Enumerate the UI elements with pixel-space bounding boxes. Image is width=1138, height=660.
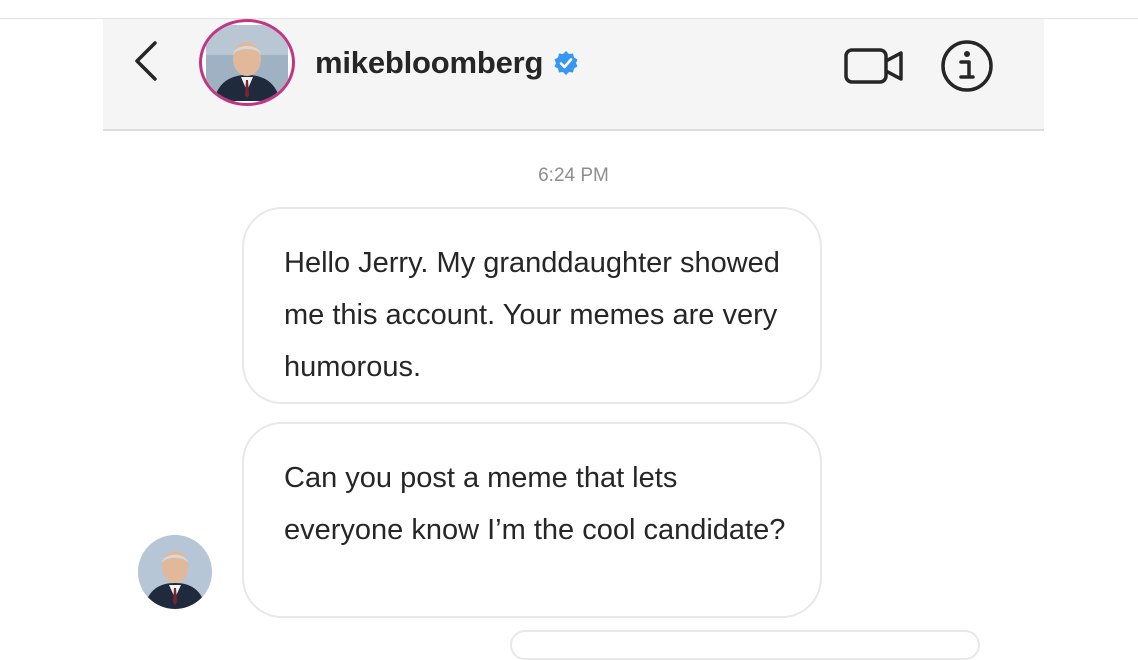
- video-camera-icon[interactable]: [843, 46, 907, 86]
- sender-avatar[interactable]: [138, 535, 212, 609]
- username[interactable]: mikebloomberg: [315, 45, 543, 81]
- verified-badge-icon: [554, 51, 578, 75]
- message-text: Can you post a meme that lets everyone k…: [284, 462, 786, 546]
- sender-avatar-portrait: [138, 535, 212, 609]
- info-icon[interactable]: [939, 38, 995, 94]
- message-bubble[interactable]: Hello Jerry. My granddaughter showed me …: [242, 207, 822, 404]
- avatar-portrait: [206, 25, 288, 101]
- message-bubble-partial: [510, 630, 980, 660]
- chat-header: mikebloomberg: [103, 19, 1044, 131]
- message-text: Hello Jerry. My granddaughter showed me …: [284, 247, 780, 383]
- message-bubble[interactable]: Can you post a meme that lets everyone k…: [242, 422, 822, 618]
- message-timestamp: 6:24 PM: [538, 165, 609, 186]
- username-row[interactable]: mikebloomberg: [315, 43, 579, 83]
- chevron-left-icon[interactable]: [131, 39, 161, 83]
- profile-avatar[interactable]: [199, 19, 295, 106]
